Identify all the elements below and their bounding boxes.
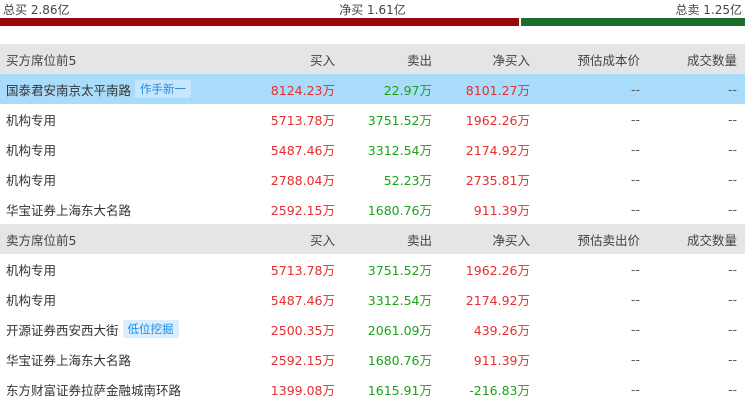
net-amount: 2174.92万	[465, 292, 530, 308]
est-price: --	[630, 261, 640, 277]
table-row[interactable]: 机构专用 5487.46万 3312.54万 2174.92万 -- --	[0, 134, 745, 164]
sell-amount: 3751.52万	[367, 112, 432, 128]
net-amount: 1962.26万	[465, 262, 530, 278]
seat-name: 机构专用	[6, 112, 57, 128]
buy-amount: 1399.08万	[270, 382, 335, 398]
buy-amount: 2592.15万	[270, 352, 335, 368]
net-amount: 911.39万	[473, 202, 530, 218]
est-price: --	[630, 81, 640, 97]
table-row[interactable]: 华宝证券上海东大名路 2592.15万 1680.76万 911.39万 -- …	[0, 344, 745, 374]
header-net: 净买入	[492, 52, 530, 68]
est-price: --	[630, 111, 640, 127]
volume: --	[727, 381, 737, 397]
sell-amount: 52.23万	[383, 172, 432, 188]
header-volume: 成交数量	[686, 52, 737, 68]
volume: --	[727, 171, 737, 187]
net-amount: -216.83万	[469, 382, 530, 398]
table-row[interactable]: 国泰君安南京太平南路 作手新一 8124.23万 22.97万 8101.27万 …	[0, 74, 745, 104]
header-buy: 买入	[309, 52, 335, 68]
sell-amount: 3312.54万	[367, 142, 432, 158]
sell-amount: 3751.52万	[367, 262, 432, 278]
seat-name: 国泰君安南京太平南路	[6, 82, 132, 98]
table-row[interactable]: 机构专用 2788.04万 52.23万 2735.81万 -- --	[0, 164, 745, 194]
buy-amount: 5713.78万	[270, 112, 335, 128]
table-row[interactable]: 东方财富证券拉萨金融城南环路 1399.08万 1615.91万 -216.83…	[0, 374, 745, 402]
sell-amount: 2061.09万	[367, 322, 432, 338]
est-price: --	[630, 291, 640, 307]
net-amount: 2174.92万	[465, 142, 530, 158]
table-row[interactable]: 华宝证券上海东大名路 2592.15万 1680.76万 911.39万 -- …	[0, 194, 745, 224]
volume: --	[727, 261, 737, 277]
est-price: --	[630, 351, 640, 367]
header-seat: 买方席位前5	[6, 52, 77, 68]
table-row[interactable]: 机构专用 5487.46万 3312.54万 2174.92万 -- --	[0, 284, 745, 314]
total-sell-label: 总卖 1.25亿	[675, 3, 742, 17]
est-price: --	[630, 141, 640, 157]
header-buy: 买入	[309, 232, 335, 248]
header-seat: 卖方席位前5	[6, 232, 77, 248]
buy-amount: 5713.78万	[270, 262, 335, 278]
table-row[interactable]: 机构专用 5713.78万 3751.52万 1962.26万 -- --	[0, 104, 745, 134]
seat-name: 机构专用	[6, 142, 57, 158]
buy-amount: 5487.46万	[270, 142, 335, 158]
header-sell: 卖出	[406, 232, 432, 248]
seat-name: 东方财富证券拉萨金融城南环路	[6, 382, 182, 398]
sell-amount: 3312.54万	[367, 292, 432, 308]
buy-ratio-fill	[0, 18, 519, 26]
est-price: --	[630, 171, 640, 187]
header-volume: 成交数量	[686, 232, 737, 248]
net-amount: 2735.81万	[465, 172, 530, 188]
buy-amount: 2592.15万	[270, 202, 335, 218]
net-amount: 911.39万	[473, 352, 530, 368]
seat-name: 华宝证券上海东大名路	[6, 352, 132, 368]
volume: --	[727, 111, 737, 127]
sell-amount: 22.97万	[383, 82, 432, 98]
buy-sell-ratio-bar	[0, 18, 745, 26]
volume: --	[727, 321, 737, 337]
sellers-header-row: 卖方席位前5 买入 卖出 净买入 预估卖出价 成交数量	[0, 224, 745, 254]
volume: --	[727, 201, 737, 217]
seat-name: 华宝证券上海东大名路	[6, 202, 132, 218]
sell-ratio-fill	[520, 18, 745, 26]
net-amount: 439.26万	[473, 322, 530, 338]
buy-amount: 5487.46万	[270, 292, 335, 308]
est-price: --	[630, 321, 640, 337]
volume: --	[727, 141, 737, 157]
header-net: 净买入	[492, 232, 530, 248]
table-row[interactable]: 机构专用 5713.78万 3751.52万 1962.26万 -- --	[0, 254, 745, 284]
net-amount: 8101.27万	[465, 82, 530, 98]
header-est-sell-price: 预估卖出价	[577, 232, 640, 248]
header-est-cost: 预估成本价	[577, 52, 640, 68]
volume: --	[727, 81, 737, 97]
net-buy-label: 净买 1.61亿	[339, 3, 406, 17]
buy-amount: 2500.35万	[270, 322, 335, 338]
header-sell: 卖出	[406, 52, 432, 68]
volume: --	[727, 351, 737, 367]
sell-amount: 1615.91万	[367, 382, 432, 398]
buy-amount: 2788.04万	[270, 172, 335, 188]
volume: --	[727, 291, 737, 307]
net-amount: 1962.26万	[465, 112, 530, 128]
seat-tag[interactable]: 作手新一	[135, 80, 192, 98]
buy-amount: 8124.23万	[270, 82, 335, 98]
sell-amount: 1680.76万	[367, 352, 432, 368]
sell-amount: 1680.76万	[367, 202, 432, 218]
seat-name: 机构专用	[6, 262, 57, 278]
est-price: --	[630, 381, 640, 397]
seat-name: 机构专用	[6, 292, 57, 308]
table-row[interactable]: 开源证券西安西大街 低位挖掘 2500.35万 2061.09万 439.26万 …	[0, 314, 745, 344]
dragon-tiger-table: 买方席位前5 买入 卖出 净买入 预估成本价 成交数量 国泰君安南京太平南路 作手…	[0, 44, 745, 402]
est-price: --	[630, 201, 640, 217]
buyers-header-row: 买方席位前5 买入 卖出 净买入 预估成本价 成交数量	[0, 44, 745, 74]
summary-bar: 总买 2.86亿 净买 1.61亿 总卖 1.25亿	[0, 0, 745, 18]
seat-name: 开源证券西安西大街	[6, 322, 119, 338]
seat-tag[interactable]: 低位挖掘	[122, 320, 179, 338]
seat-name: 机构专用	[6, 172, 57, 188]
